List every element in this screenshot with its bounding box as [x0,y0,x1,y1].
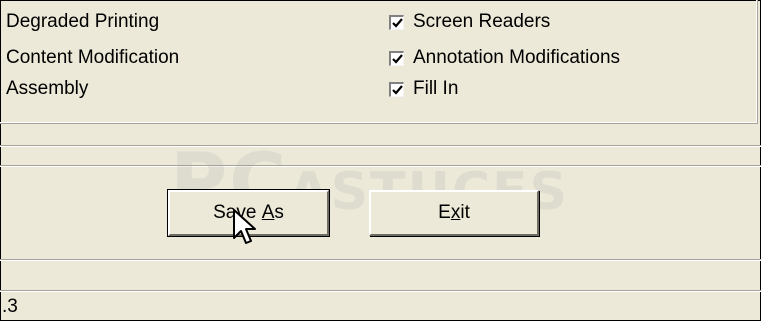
separator [0,165,761,167]
perm-screen-readers[interactable]: Screen Readers [389,11,550,33]
status-bar: .3 [0,292,761,321]
check-icon [392,53,403,64]
perm-assembly: Assembly [6,78,88,100]
checkbox-annotation-modifications[interactable] [389,50,404,66]
separator [0,145,761,147]
perm-degraded-printing: Degraded Printing [6,11,159,33]
perm-label: Annotation Modifications [413,47,621,68]
permissions-group: Degraded Printing Content Modification A… [0,0,758,124]
check-icon [392,17,403,28]
btn-text: s [274,202,284,223]
checkbox-screen-readers[interactable] [389,14,404,30]
perm-fill-in[interactable]: Fill In [389,78,458,100]
perm-label: Fill In [413,78,459,99]
status-text: .3 [2,295,18,317]
btn-accel: x [450,202,461,223]
btn-text: E [438,202,451,223]
btn-text: e [245,202,262,223]
separator [0,259,761,261]
perm-content-modification: Content Modification [6,47,179,69]
perm-label: Assembly [6,78,89,99]
perm-label: Content Modification [6,47,180,68]
btn-text: Sa [213,202,237,223]
checkbox-fill-in[interactable] [389,81,404,97]
exit-button[interactable]: Ex it [369,190,539,236]
save-as-button[interactable]: Sa v e As [167,189,330,237]
perm-label: Degraded Printing [6,11,160,32]
perm-label: Screen Readers [413,11,551,32]
btn-accel: A [261,202,275,223]
btn-text: v [236,202,246,223]
perm-annotation-modifications[interactable]: Annotation Modifications [389,47,620,69]
check-icon [392,84,403,95]
btn-text: it [460,202,470,223]
